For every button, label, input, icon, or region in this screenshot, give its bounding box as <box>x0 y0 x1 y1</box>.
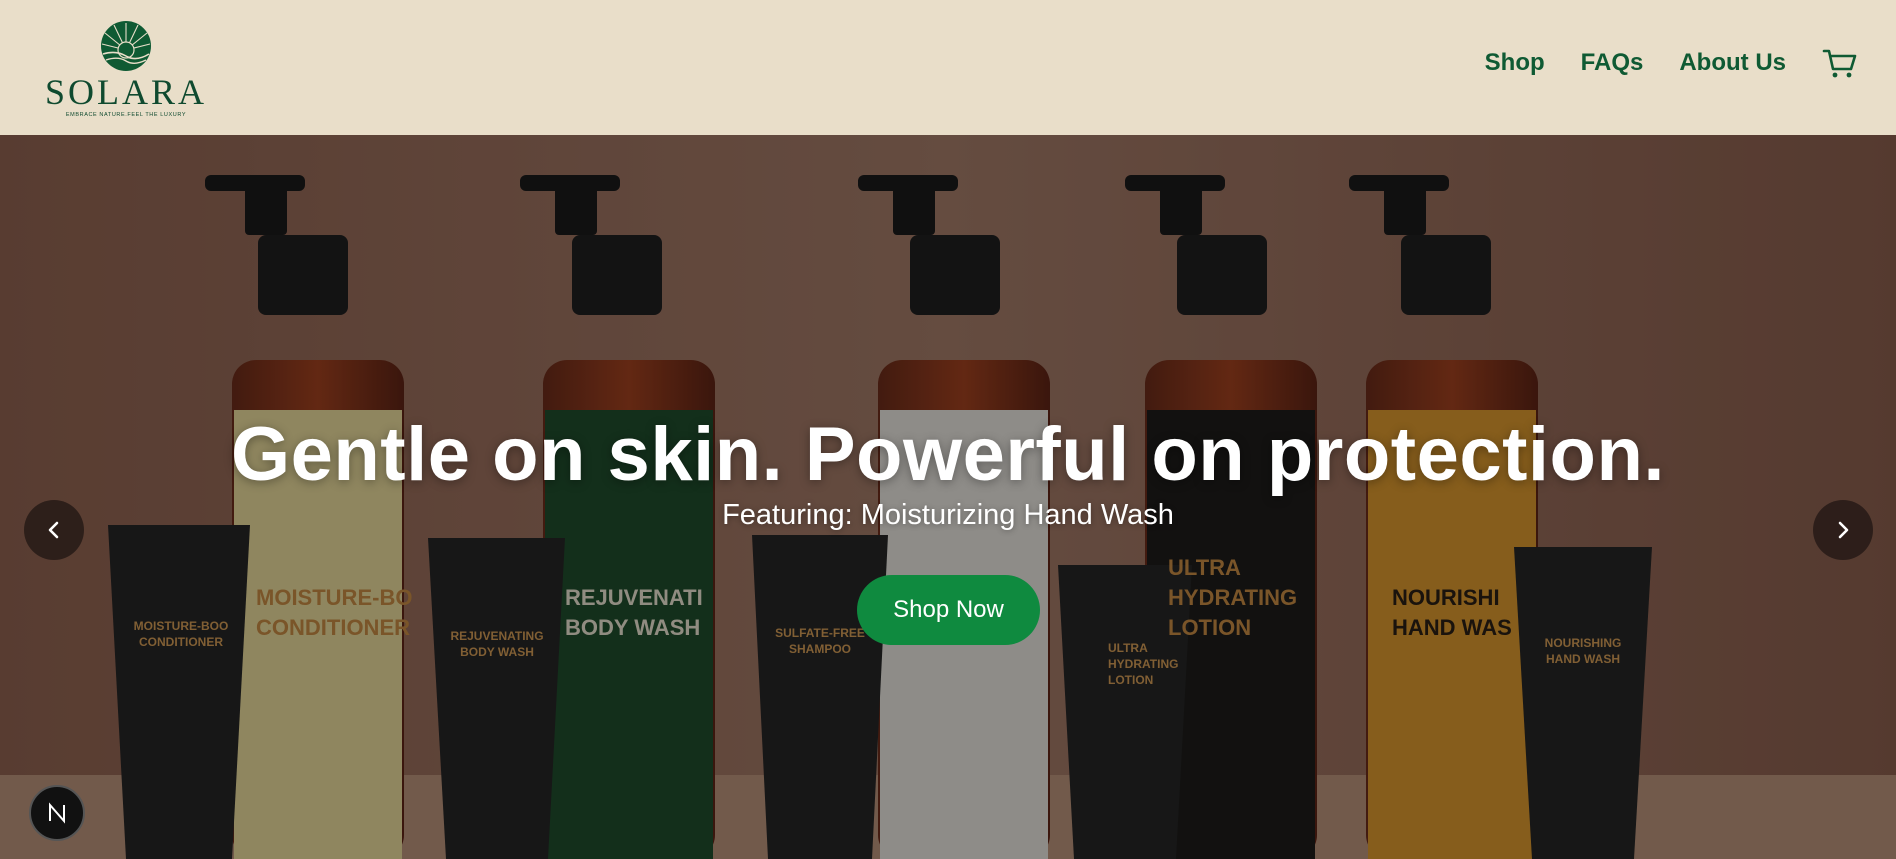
dev-tools-badge[interactable] <box>29 785 85 841</box>
chevron-right-icon <box>1838 521 1849 539</box>
main-nav: Shop FAQs About Us <box>1485 45 1858 81</box>
chevron-left-icon <box>48 521 59 539</box>
hero-content: Gentle on skin. Powerful on protection. … <box>0 135 1896 859</box>
brand-tagline: EMBRACE NATURE.FEEL THE LUXURY <box>65 111 187 118</box>
hero-title: Gentle on skin. Powerful on protection. <box>230 412 1666 497</box>
hero-subtitle: Featuring: Moisturizing Hand Wash <box>722 499 1174 531</box>
site-header: SOLARA EMBRACE NATURE.FEEL THE LUXURY Sh… <box>0 0 1896 135</box>
nav-link-about-us[interactable]: About Us <box>1679 49 1786 77</box>
carousel-prev-button[interactable] <box>24 500 84 560</box>
n-logo-icon <box>49 802 65 824</box>
cart-icon[interactable] <box>1822 45 1858 81</box>
shop-now-button[interactable]: Shop Now <box>857 575 1040 645</box>
brand-logo[interactable]: SOLARA EMBRACE NATURE.FEEL THE LUXURY <box>45 20 204 118</box>
carousel-next-button[interactable] <box>1813 500 1873 560</box>
nav-link-faqs[interactable]: FAQs <box>1581 49 1644 77</box>
hero-carousel: MOISTURE-BOO CONDITIONER REJUVENATING BO… <box>0 135 1896 859</box>
nav-link-shop[interactable]: Shop <box>1485 49 1545 77</box>
brand-name: SOLARA <box>44 71 208 112</box>
sun-logo-icon <box>101 20 151 71</box>
